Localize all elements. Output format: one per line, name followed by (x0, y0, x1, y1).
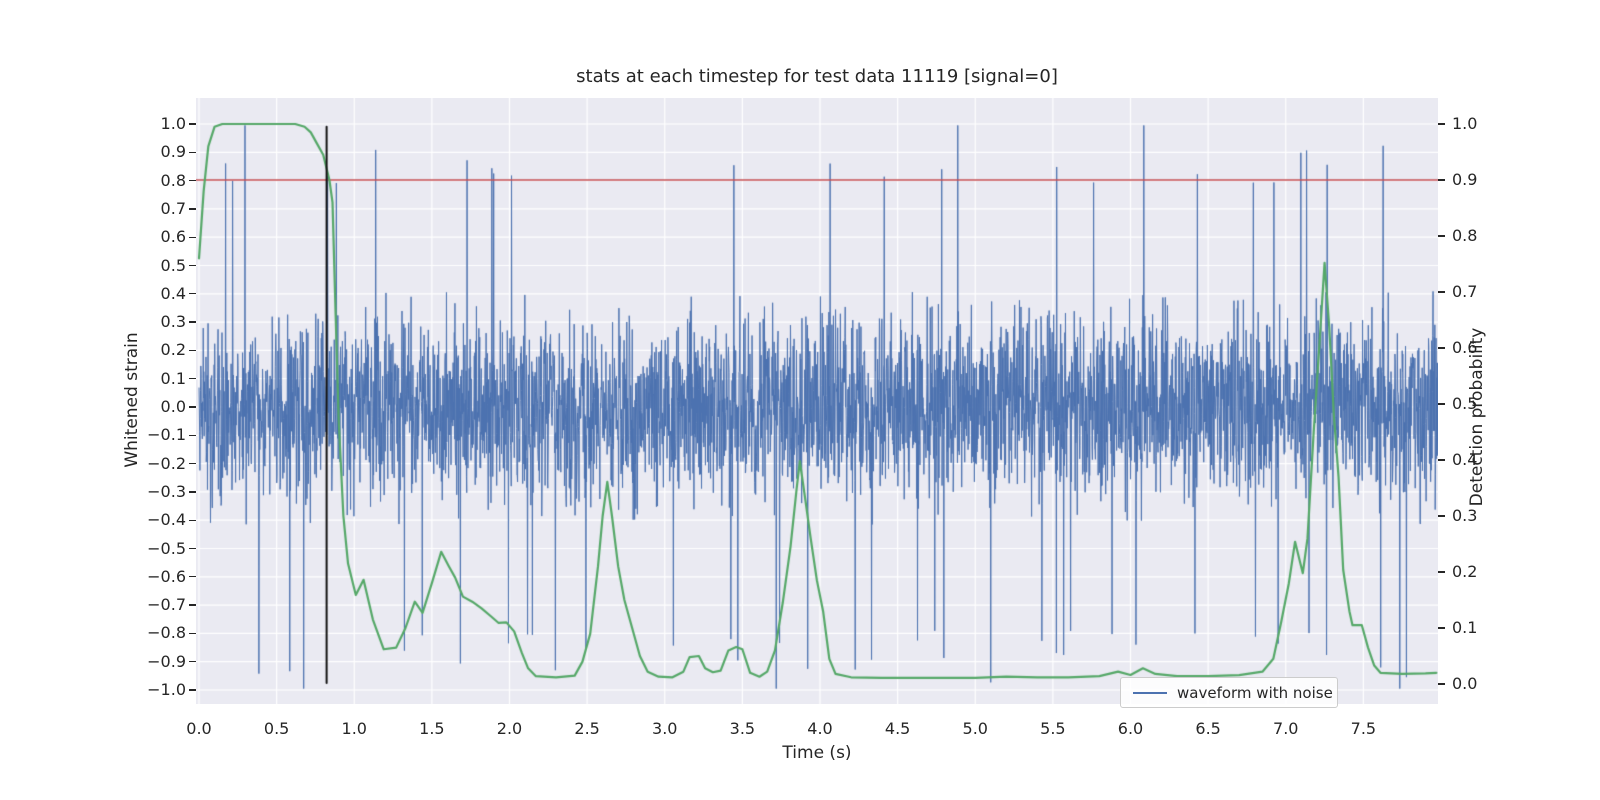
y-tick-label-right: 0.0 (1452, 674, 1478, 693)
y-tick-label-left: −0.2 (147, 453, 186, 473)
y-tick-mark-left (189, 236, 196, 238)
y-tick-mark-right (1438, 515, 1445, 517)
y-tick-mark-left (189, 604, 196, 606)
y-tick-label-left: −0.7 (147, 595, 186, 615)
y-tick-label-left: 0.7 (160, 198, 186, 218)
y-tick-label-left: −0.1 (147, 425, 186, 445)
y-tick-mark-right (1438, 347, 1445, 349)
y-tick-mark-right (1438, 123, 1445, 125)
y-tick-mark-left (189, 576, 196, 578)
y-tick-mark-right (1438, 683, 1445, 685)
figure: stats at each timestep for test data 111… (0, 0, 1600, 800)
y-tick-label-left: 0.5 (160, 255, 186, 275)
y-tick-mark-right (1438, 291, 1445, 293)
y-tick-label-left: 0.9 (160, 142, 186, 162)
y-tick-mark-left (189, 547, 196, 550)
y-tick-mark-left (189, 321, 196, 323)
x-tick-label: 0.5 (263, 719, 290, 738)
y-tick-label-right: 1.0 (1452, 114, 1478, 133)
y-tick-mark-left (189, 462, 196, 465)
y-tick-mark-right (1438, 459, 1445, 461)
y-tick-label-left: 0.0 (160, 397, 186, 416)
y-tick-label-left: 0.6 (160, 227, 186, 247)
y-tick-mark-left (189, 434, 196, 436)
x-tick-label: 1.0 (341, 719, 367, 738)
x-tick-label: 3.5 (729, 719, 756, 738)
y-tick-label-left: −0.3 (147, 481, 186, 501)
y-tick-label-right: 0.3 (1452, 506, 1478, 525)
y-tick-label-right: 0.2 (1452, 562, 1478, 581)
y-tick-label-left: 0.8 (160, 170, 186, 190)
legend-label: waveform with noise (1177, 683, 1333, 702)
y-tick-mark-left (189, 293, 196, 295)
y-tick-mark-left (189, 123, 196, 125)
y-axis-label-left: Whitened strain (122, 332, 142, 468)
y-tick-label-left: −1.0 (147, 680, 186, 699)
y-tick-mark-left (189, 264, 196, 267)
x-tick-label: 7.0 (1273, 719, 1299, 738)
y-tick-mark-left (189, 349, 196, 352)
y-tick-mark-left (189, 378, 196, 380)
x-tick-label: 7.5 (1350, 719, 1377, 738)
y-tick-label-left: 1.0 (160, 114, 186, 133)
y-tick-label-left: 0.4 (160, 283, 186, 303)
y-tick-mark-left (189, 632, 196, 635)
y-tick-mark-left (189, 208, 196, 210)
y-tick-label-right: 0.4 (1452, 450, 1478, 469)
x-tick-label: 5.0 (962, 719, 988, 738)
x-tick-label: 4.5 (884, 719, 911, 738)
y-tick-mark-right (1438, 235, 1445, 237)
y-tick-label-right: 0.7 (1452, 282, 1478, 301)
x-axis-label: Time (s) (782, 743, 852, 763)
chart-title: stats at each timestep for test data 111… (576, 66, 1058, 87)
y-tick-mark-left (189, 406, 196, 408)
x-tick-label: 0.0 (186, 719, 212, 738)
y-tick-mark-left (189, 661, 196, 663)
y-tick-mark-right (1438, 627, 1445, 629)
y-tick-label-right: 0.1 (1452, 618, 1478, 637)
y-tick-label-right: 0.8 (1452, 226, 1478, 245)
x-tick-label: 2.5 (574, 719, 600, 738)
y-tick-mark-left (189, 519, 196, 521)
y-tick-mark-left (189, 491, 196, 493)
y-tick-label-right: 0.6 (1452, 338, 1478, 357)
y-tick-label-left: −0.9 (147, 651, 186, 671)
x-tick-label: 6.5 (1195, 719, 1221, 738)
x-tick-label: 3.0 (652, 719, 678, 738)
y-tick-label-left: 0.3 (160, 312, 186, 332)
legend-line-sample (1133, 691, 1167, 694)
y-tick-mark-right (1438, 403, 1445, 405)
y-tick-mark-right (1438, 571, 1445, 573)
y-tick-mark-right (1438, 179, 1445, 181)
plot-area (196, 98, 1438, 704)
x-tick-label: 2.0 (496, 719, 523, 738)
x-tick-label: 1.5 (419, 719, 445, 738)
y-tick-label-right: 0.9 (1452, 170, 1478, 189)
x-tick-label: 6.0 (1117, 719, 1144, 738)
y-tick-label-left: 0.1 (160, 368, 186, 388)
y-tick-label-left: −0.8 (147, 623, 186, 643)
x-tick-label: 4.0 (807, 719, 833, 738)
y-tick-mark-left (189, 179, 196, 182)
y-tick-label-left: −0.5 (147, 538, 186, 558)
y-tick-mark-left (189, 689, 196, 691)
y-tick-label-left: 0.2 (160, 340, 186, 360)
y-tick-label-left: −0.6 (147, 566, 186, 586)
y-tick-label-right: 0.5 (1452, 394, 1478, 413)
y-tick-mark-left (189, 151, 196, 153)
x-tick-label: 5.5 (1040, 719, 1066, 738)
y-tick-label-left: −0.4 (147, 510, 186, 530)
legend: waveform with noise (1120, 677, 1338, 708)
